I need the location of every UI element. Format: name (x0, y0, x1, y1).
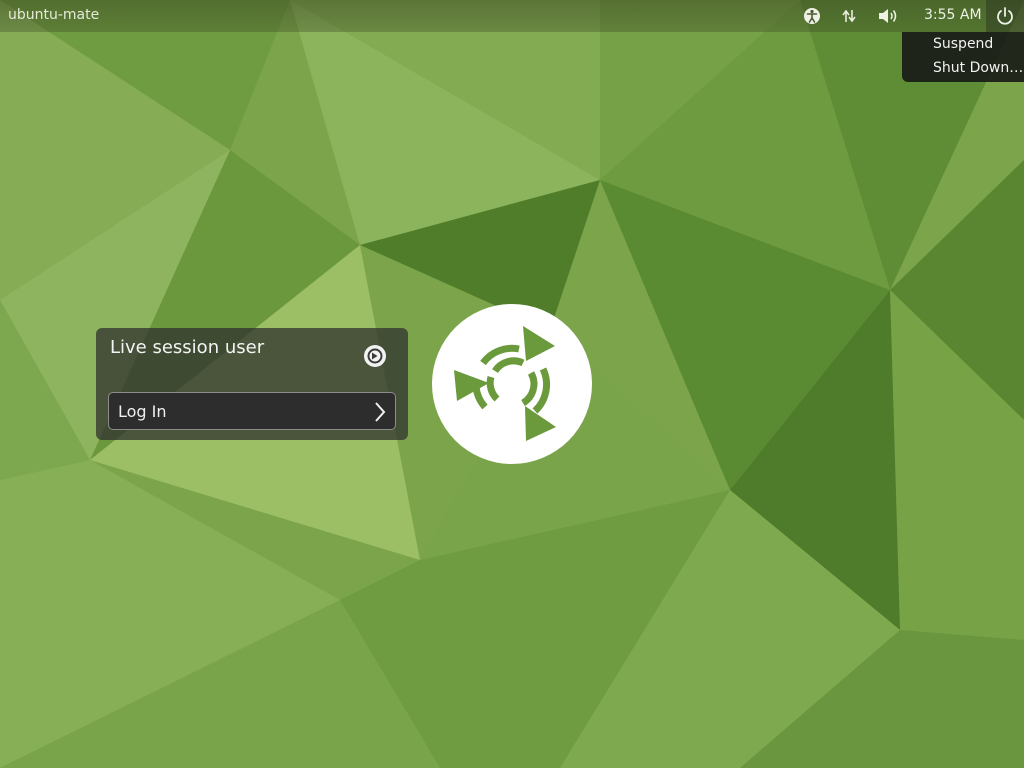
volume-icon[interactable] (876, 4, 900, 28)
login-button-label: Log In (118, 402, 167, 421)
login-box: Live session user Log In (96, 328, 408, 440)
network-icon[interactable] (837, 4, 861, 28)
session-selector-icon[interactable] (363, 344, 387, 368)
user-name-label: Live session user (110, 337, 265, 358)
power-menu: Suspend Shut Down… (902, 32, 1024, 82)
accessibility-icon[interactable] (800, 4, 824, 28)
login-button[interactable]: Log In (108, 392, 396, 430)
menu-item-suspend[interactable]: Suspend (902, 36, 1024, 60)
top-panel: ubuntu-mate 3:55 AM (0, 0, 1024, 32)
hostname-label: ubuntu-mate (8, 7, 100, 23)
power-icon[interactable] (986, 0, 1024, 32)
clock[interactable]: 3:55 AM (924, 7, 982, 23)
ubuntu-mate-logo (432, 304, 592, 464)
chevron-right-icon (375, 402, 386, 422)
menu-item-shut-down[interactable]: Shut Down… (902, 60, 1024, 84)
